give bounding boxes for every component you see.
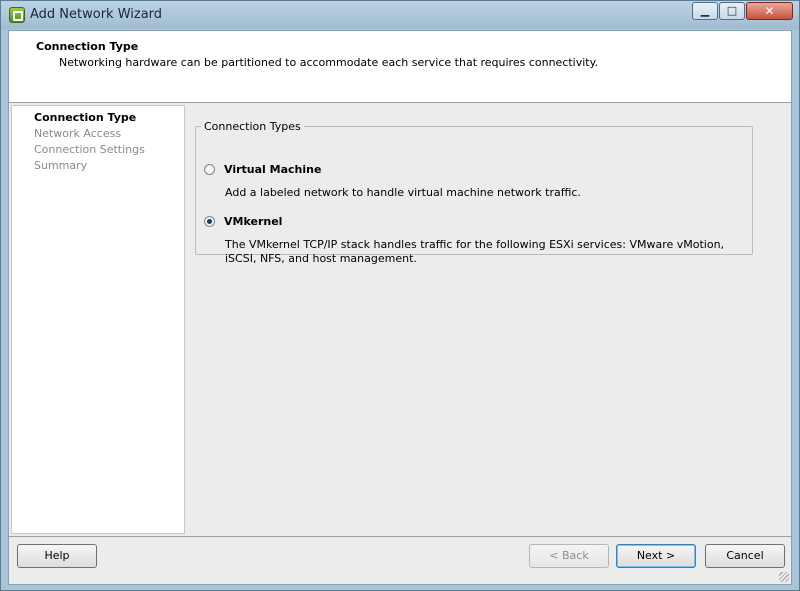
close-icon: ✕ (764, 4, 775, 18)
cancel-button[interactable]: Cancel (705, 544, 785, 568)
page-subtitle: Networking hardware can be partitioned t… (59, 56, 599, 69)
add-network-wizard-window: Add Network Wizard ▁ □ ✕ Connection Type… (0, 0, 800, 591)
connection-types-group: Connection Types Virtual Machine Add a l… (195, 120, 753, 265)
step-network-access: Network Access (34, 127, 122, 140)
vmkernel-radio[interactable] (204, 216, 215, 227)
virtual-machine-description: Add a labeled network to handle virtual … (225, 186, 581, 199)
minimize-icon: ▁ (700, 4, 710, 17)
close-button[interactable]: ✕ (746, 2, 793, 20)
connection-types-legend: Connection Types (204, 120, 301, 133)
wizard-client-area: Connection Type Networking hardware can … (8, 30, 792, 585)
wizard-header: Connection Type Networking hardware can … (9, 31, 791, 103)
vsphere-app-icon (9, 7, 25, 23)
page-title: Connection Type (36, 40, 139, 53)
virtual-machine-radio[interactable] (204, 164, 215, 175)
minimize-button[interactable]: ▁ (692, 2, 718, 20)
wizard-steps-panel: Connection Type Network Access Connectio… (11, 105, 185, 534)
next-button[interactable]: Next > (616, 544, 696, 568)
wizard-content: Connection Types Virtual Machine Add a l… (185, 103, 791, 534)
window-title: Add Network Wizard (30, 7, 163, 22)
maximize-button[interactable]: □ (719, 2, 745, 20)
vmkernel-description: The VMkernel TCP/IP stack handles traffi… (225, 238, 725, 265)
step-summary: Summary (34, 159, 88, 172)
virtual-machine-label[interactable]: Virtual Machine (224, 163, 321, 176)
help-button[interactable]: Help (17, 544, 97, 568)
step-connection-type: Connection Type (34, 111, 137, 124)
back-button[interactable]: < Back (529, 544, 609, 568)
resize-grip-icon[interactable] (779, 572, 789, 582)
title-bar[interactable]: Add Network Wizard ▁ □ ✕ (1, 1, 799, 29)
maximize-icon: □ (726, 4, 738, 17)
step-connection-settings: Connection Settings (34, 143, 145, 156)
footer-divider (9, 536, 791, 537)
vmkernel-label[interactable]: VMkernel (224, 215, 282, 228)
